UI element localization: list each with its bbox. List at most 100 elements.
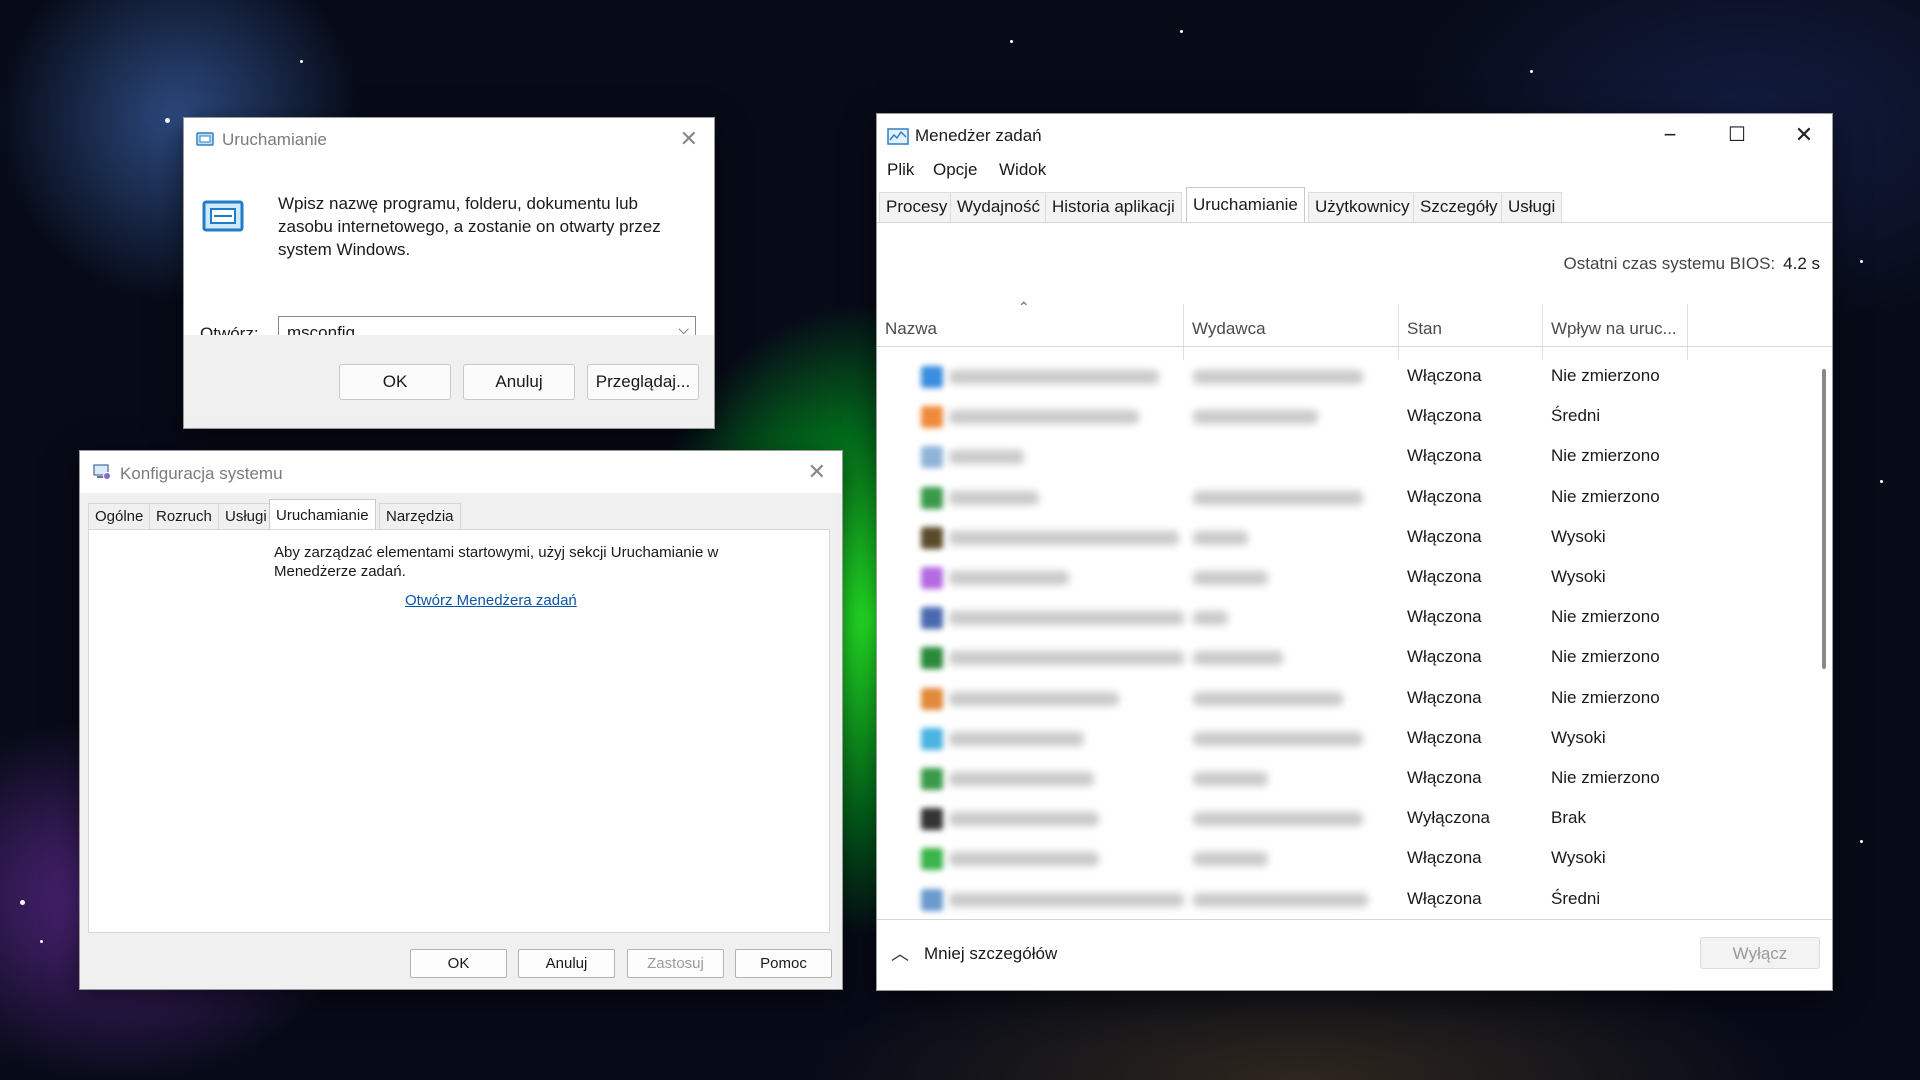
column-state[interactable]: Stan	[1399, 299, 1542, 339]
minimize-icon[interactable]: −	[1647, 120, 1693, 150]
impact-cell: Nie zmierzono	[1551, 486, 1660, 506]
impact-cell: Wysoki	[1551, 567, 1606, 586]
redacted-name	[949, 691, 1119, 706]
state-cell: Włączona	[1407, 768, 1482, 787]
table-row[interactable]: Włączona Wysoki	[877, 719, 1812, 759]
tab-details[interactable]: Szczegóły	[1413, 192, 1505, 222]
tab-performance[interactable]: Wydajność	[950, 192, 1047, 222]
impact-cell: Nie zmierzono	[1551, 446, 1660, 466]
task-manager-footer: ︿ Mniej szczegółów Wyłącz	[877, 919, 1832, 990]
redacted-name	[949, 892, 1184, 907]
fewer-details-button[interactable]: Mniej szczegółów	[924, 944, 1057, 964]
app-icon	[921, 526, 943, 549]
redacted-publisher	[1193, 691, 1343, 706]
redacted-name	[949, 611, 1184, 626]
bios-value: 4.2 s	[1783, 254, 1820, 273]
tab-processes[interactable]: Procesy	[879, 192, 955, 222]
table-row[interactable]: Włączona Nie zmierzono	[877, 478, 1812, 518]
disable-button[interactable]: Wyłącz	[1700, 937, 1820, 969]
table-row[interactable]: Włączona Średni	[877, 880, 1812, 920]
tab-general[interactable]: Ogólne	[88, 503, 151, 529]
table-row[interactable]: Włączona Nie zmierzono	[877, 357, 1812, 397]
help-button[interactable]: Pomoc	[735, 949, 832, 978]
maximize-icon[interactable]: ☐	[1714, 120, 1760, 150]
background-star	[1860, 840, 1863, 843]
chevron-up-icon[interactable]: ︿	[891, 940, 909, 966]
run-app-icon	[196, 132, 214, 146]
scrollbar[interactable]	[1822, 369, 1826, 669]
column-name[interactable]: Nazwa	[877, 299, 1183, 339]
redacted-publisher	[1193, 611, 1228, 626]
redacted-name	[949, 571, 1069, 585]
background-star	[1880, 480, 1883, 483]
table-row[interactable]: Włączona Nie zmierzono	[877, 679, 1812, 719]
browse-button[interactable]: Przeglądaj...	[587, 364, 699, 400]
menu-view[interactable]: Widok	[999, 160, 1046, 180]
startup-message: Aby zarządzać elementami startowymi, uży…	[274, 544, 719, 580]
ok-button[interactable]: OK	[339, 364, 451, 400]
tab-services[interactable]: Usługi	[1501, 192, 1563, 222]
run-description: Wpisz nazwę programu, folderu, dokumentu…	[278, 194, 661, 259]
table-row[interactable]: Włączona Nie zmierzono	[877, 598, 1812, 638]
background-star	[40, 940, 43, 943]
tab-services[interactable]: Usługi	[218, 503, 274, 529]
tab-app-history[interactable]: Historia aplikacji	[1045, 192, 1182, 222]
task-manager-window: Menedżer zadań − ☐ ✕ Plik Opcje Widok Pr…	[876, 113, 1833, 991]
run-dialog: Uruchamianie ✕ Wpisz nazwę programu, fol…	[183, 117, 715, 429]
impact-cell: Wysoki	[1551, 526, 1606, 546]
table-row[interactable]: Włączona Nie zmierzono	[877, 437, 1812, 477]
column-publisher[interactable]: Wydawca	[1184, 299, 1398, 339]
ok-button[interactable]: OK	[410, 949, 507, 978]
menu-file[interactable]: Plik	[887, 160, 914, 180]
table-row[interactable]: Włączona Wysoki	[877, 518, 1812, 558]
background-star	[1010, 40, 1013, 43]
state-cell: Włączona	[1407, 727, 1482, 747]
tab-users[interactable]: Użytkownicy	[1308, 192, 1417, 222]
app-icon	[921, 567, 943, 589]
impact-cell: Brak	[1551, 808, 1586, 828]
app-icon	[921, 768, 943, 790]
tab-divider	[877, 222, 1832, 223]
run-titlebar: Uruchamianie ✕	[184, 118, 714, 160]
app-icon	[921, 808, 943, 831]
menu-options[interactable]: Opcje	[933, 160, 977, 180]
table-row[interactable]: Włączona Średni	[877, 397, 1812, 437]
app-icon	[921, 607, 943, 630]
tab-startup[interactable]: Uruchamianie	[1186, 187, 1305, 223]
column-impact[interactable]: Wpływ na uruc...	[1543, 299, 1687, 339]
redacted-publisher	[1193, 370, 1363, 384]
app-icon	[921, 687, 943, 710]
open-task-manager-link[interactable]: Otwórz Menedżera zadań	[405, 592, 577, 609]
redacted-publisher	[1193, 812, 1363, 827]
bios-label: Ostatni czas systemu BIOS:	[1563, 254, 1776, 273]
table-row[interactable]: Włączona Wysoki	[877, 839, 1812, 879]
tab-tools[interactable]: Narzędzia	[379, 503, 461, 529]
table-row[interactable]: Włączona Nie zmierzono	[877, 759, 1812, 799]
close-icon[interactable]: ✕	[680, 128, 698, 150]
cancel-button[interactable]: Anuluj	[463, 364, 575, 400]
impact-cell: Nie zmierzono	[1551, 647, 1660, 667]
background-star	[1180, 30, 1183, 33]
impact-cell: Wysoki	[1551, 727, 1606, 747]
table-row[interactable]: Włączona Wysoki	[877, 558, 1812, 598]
table-row[interactable]: Włączona Nie zmierzono	[877, 638, 1812, 678]
apply-button[interactable]: Zastosuj	[627, 949, 724, 978]
background-star	[20, 900, 25, 905]
close-icon[interactable]: ✕	[1781, 120, 1827, 150]
redacted-name	[949, 490, 1039, 505]
header-divider	[877, 346, 1832, 347]
cancel-button[interactable]: Anuluj	[518, 949, 615, 978]
state-cell: Włączona	[1407, 607, 1482, 627]
computer-settings-icon	[93, 464, 111, 480]
app-icon	[921, 406, 943, 429]
table-row[interactable]: Wyłączona Brak	[877, 799, 1812, 839]
redacted-name	[949, 370, 1159, 384]
state-cell: Włączona	[1407, 888, 1482, 908]
tab-boot[interactable]: Rozruch	[149, 503, 219, 529]
tab-startup[interactable]: Uruchamianie	[269, 499, 376, 530]
redacted-name	[949, 450, 1024, 465]
close-icon[interactable]: ✕	[808, 461, 826, 483]
app-icon	[921, 848, 943, 871]
redacted-name	[949, 651, 1184, 666]
state-cell: Włączona	[1407, 647, 1482, 667]
